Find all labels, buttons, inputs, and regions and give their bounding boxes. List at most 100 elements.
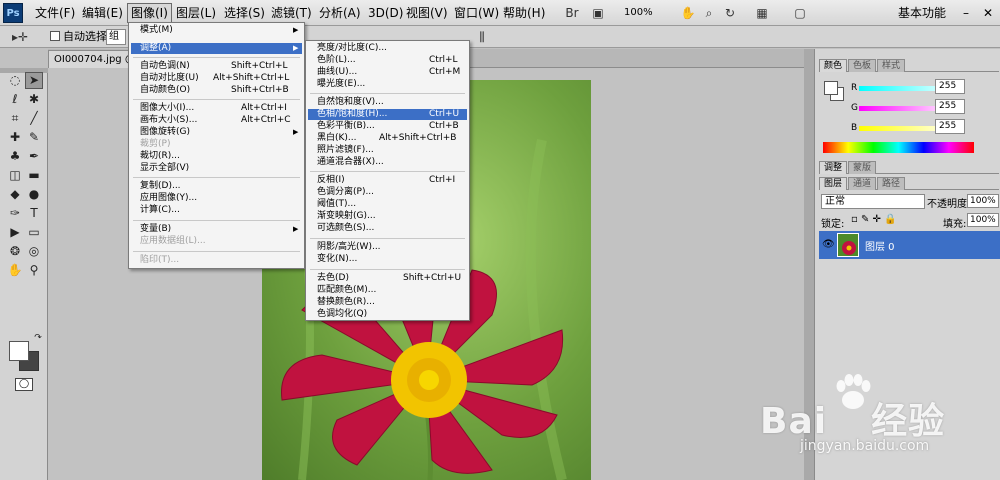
tab-adjustments[interactable]: 调整 — [819, 161, 848, 174]
3d-rotate-icon[interactable]: ❂ — [6, 243, 24, 260]
eyedropper-icon[interactable]: ╱ — [25, 110, 43, 127]
menu-item-photo-filter[interactable]: 照片滤镜(F)... — [308, 145, 467, 156]
menu-item-equalize[interactable]: 色调均化(Q) — [308, 309, 467, 320]
brush-tool-icon[interactable]: ✎ — [25, 129, 43, 146]
menu-filter[interactable]: 滤镜(T) — [268, 3, 315, 23]
menu-item-match-color[interactable]: 匹配颜色(M)... — [308, 285, 467, 296]
3d-orbit-icon[interactable]: ◎ — [25, 243, 43, 260]
swap-colors-icon[interactable]: ↷ — [29, 333, 47, 343]
auto-select-dropdown[interactable]: 组 — [106, 29, 126, 45]
blend-mode-select[interactable]: 正常 — [821, 194, 925, 209]
menu-item-brightness-contrast[interactable]: 亮度/对比度(C)... — [308, 43, 467, 54]
menu-item-posterize[interactable]: 色调分离(P)... — [308, 187, 467, 198]
green-value[interactable]: 255 — [935, 99, 965, 114]
menu-item-invert[interactable]: 反相(I) Ctrl+I — [308, 175, 467, 186]
menu-item-variations[interactable]: 变化(N)... — [308, 254, 467, 265]
dodge-tool-icon[interactable]: ● — [25, 186, 43, 203]
rotate-view-icon[interactable]: ↻ — [720, 4, 740, 22]
menu-item-image-size[interactable]: 图像大小(I)... Alt+Ctrl+I — [131, 103, 302, 114]
menu-item-threshold[interactable]: 阈值(T)... — [308, 199, 467, 210]
menu-3d[interactable]: 3D(D) — [365, 3, 406, 23]
history-brush-icon[interactable]: ✒ — [25, 148, 43, 165]
workspace-switcher[interactable]: 基本功能 — [898, 3, 946, 23]
menu-item-levels[interactable]: 色阶(L)... Ctrl+L — [308, 55, 467, 66]
menu-help[interactable]: 帮助(H) — [500, 3, 548, 23]
visibility-eye-icon[interactable]: 👁 — [822, 239, 835, 250]
menu-item-exposure[interactable]: 曝光度(E)... — [308, 79, 467, 90]
blur-tool-icon[interactable]: ◆ — [6, 186, 24, 203]
bridge-icon[interactable]: Br — [562, 4, 582, 22]
menu-item-canvas-size[interactable]: 画布大小(S)... Alt+Ctrl+C — [131, 115, 302, 126]
crop-tool-icon[interactable]: ⌗ — [6, 110, 24, 127]
hand-icon[interactable]: ✋ — [6, 262, 24, 279]
lock-icons[interactable]: ▫ ✎ ✛ 🔒 — [851, 214, 897, 225]
arrange-documents-icon[interactable]: ▦ — [752, 4, 772, 22]
tab-layers[interactable]: 图层 — [819, 177, 848, 190]
fill-input[interactable]: 100% — [967, 213, 999, 227]
screen-mode-icon[interactable]: ▣ — [588, 4, 608, 22]
move-tool-preset-icon[interactable]: ▸✛ — [10, 28, 30, 46]
menu-layer[interactable]: 图层(L) — [173, 3, 219, 23]
move-tool-icon[interactable]: ➤ — [25, 72, 43, 89]
layer-row[interactable]: 👁 图层 0 — [819, 231, 1000, 259]
path-select-icon[interactable]: ▶ — [6, 224, 24, 241]
tab-paths[interactable]: 路径 — [877, 177, 906, 190]
eraser-icon[interactable]: ◫ — [6, 167, 24, 184]
tab-channels[interactable]: 通道 — [848, 177, 877, 190]
menu-select[interactable]: 选择(S) — [221, 3, 268, 23]
tab-styles[interactable]: 样式 — [877, 59, 906, 72]
type-tool-icon[interactable]: T — [25, 205, 43, 222]
menu-item-curves[interactable]: 曲线(U)... Ctrl+M — [308, 67, 467, 78]
healing-brush-icon[interactable]: ✚ — [6, 129, 24, 146]
menu-item-black-white[interactable]: 黑白(K)... Alt+Shift+Ctrl+B — [308, 133, 467, 144]
red-value[interactable]: 255 — [935, 79, 965, 94]
close-icon[interactable]: ✕ — [980, 3, 996, 23]
menu-item-apply-image[interactable]: 应用图像(Y)... — [131, 193, 302, 204]
zoom-level[interactable]: 100% — [624, 3, 653, 23]
menu-item-auto-tone[interactable]: 自动色调(N) Shift+Ctrl+L — [131, 61, 302, 72]
menu-item-variables[interactable]: 变量(B) ▶ — [131, 224, 302, 235]
menu-item-vibrance[interactable]: 自然饱和度(V)... — [308, 97, 467, 108]
menu-item-replace-color[interactable]: 替换颜色(R)... — [308, 297, 467, 308]
minimize-icon[interactable]: – — [958, 3, 974, 23]
menu-item-color-balance[interactable]: 色彩平衡(B)... Ctrl+B — [308, 121, 467, 132]
hand-tool-icon[interactable]: ✋ — [678, 4, 698, 22]
opacity-input[interactable]: 100% — [967, 194, 999, 208]
pen-tool-icon[interactable]: ✑ — [6, 205, 24, 222]
menu-item-mode[interactable]: 模式(M) ▶ — [131, 25, 302, 36]
quick-mask-icon[interactable]: ◯ — [15, 378, 33, 391]
layer-name[interactable]: 图层 0 — [865, 238, 895, 253]
tab-swatches[interactable]: 色板 — [848, 59, 877, 72]
menu-edit[interactable]: 编辑(E) — [79, 3, 126, 23]
menu-file[interactable]: 文件(F) — [32, 3, 78, 23]
menu-item-adjustments[interactable]: 调整(A) ▶ — [131, 43, 302, 54]
distribute-icon[interactable]: ⫼ — [472, 28, 492, 46]
menu-item-reveal-all[interactable]: 显示全部(V) — [131, 163, 302, 174]
gradient-tool-icon[interactable]: ▬ — [25, 167, 43, 184]
document-tab[interactable]: OI000704.jpg @ 1 — [48, 50, 130, 68]
foreground-color-swatch[interactable] — [9, 341, 29, 361]
menu-analysis[interactable]: 分析(A) — [316, 3, 364, 23]
menu-item-calculations[interactable]: 计算(C)... — [131, 205, 302, 216]
menu-item-duplicate[interactable]: 复制(D)... — [131, 181, 302, 192]
tab-masks[interactable]: 蒙版 — [848, 161, 877, 174]
clone-stamp-icon[interactable]: ♣ — [6, 148, 24, 165]
screen-toggle-icon[interactable]: ▢ — [790, 4, 810, 22]
tab-color[interactable]: 颜色 — [819, 59, 848, 72]
lasso-tool-icon[interactable]: ℓ — [6, 91, 24, 108]
menu-item-desaturate[interactable]: 去色(D) Shift+Ctrl+U — [308, 273, 467, 284]
panel-foreground-swatch[interactable] — [824, 81, 838, 95]
magic-wand-icon[interactable]: ✱ — [25, 91, 43, 108]
menu-item-trim[interactable]: 裁切(R)... — [131, 151, 302, 162]
menu-item-image-rotation[interactable]: 图像旋转(G) ▶ — [131, 127, 302, 138]
shape-tool-icon[interactable]: ▭ — [25, 224, 43, 241]
menu-item-auto-contrast[interactable]: 自动对比度(U) Alt+Shift+Ctrl+L — [131, 73, 302, 84]
menu-item-channel-mixer[interactable]: 通道混合器(X)... — [308, 157, 467, 168]
menu-item-shadows-highlights[interactable]: 阴影/高光(W)... — [308, 242, 467, 253]
zoom-icon[interactable]: ⚲ — [25, 262, 43, 279]
menu-item-selective-color[interactable]: 可选颜色(S)... — [308, 223, 467, 234]
color-spectrum-bar[interactable] — [823, 142, 974, 153]
menu-view[interactable]: 视图(V) — [403, 3, 451, 23]
menu-window[interactable]: 窗口(W) — [451, 3, 502, 23]
menu-item-auto-color[interactable]: 自动颜色(O) Shift+Ctrl+B — [131, 85, 302, 96]
